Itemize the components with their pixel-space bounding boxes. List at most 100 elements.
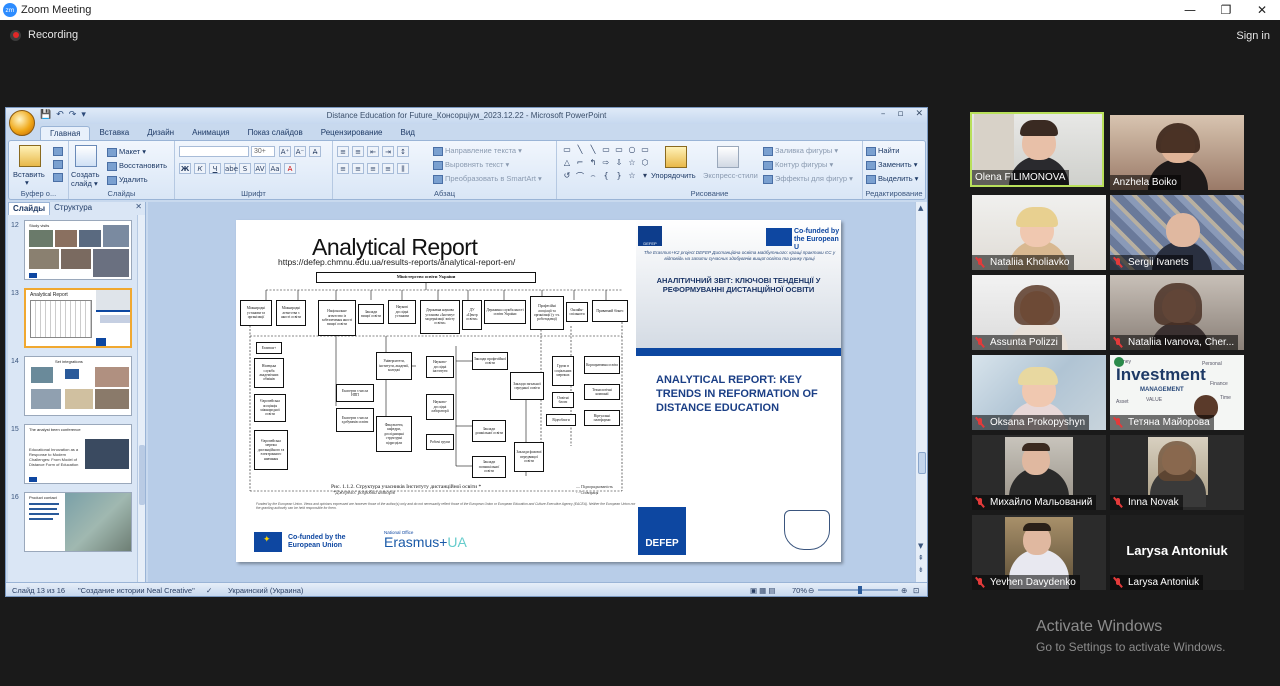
char-spacing-button[interactable]: AV [254,163,266,174]
close-pane-icon[interactable]: ✕ [135,202,142,215]
participant-tile[interactable]: Sergii Ivanets [1110,195,1244,270]
replace-button[interactable]: Заменить ▾ [866,160,918,170]
new-slide-dropdown[interactable]: слайд ▾ [71,179,98,188]
find-button[interactable]: Найти [866,146,899,156]
shadow-button[interactable]: S [239,163,251,174]
bold-button[interactable]: Ж [179,163,191,174]
layout-button[interactable]: Макет ▾ [107,147,146,157]
change-case-button[interactable]: Aa [269,163,281,174]
font-size-select[interactable]: 30+ [251,146,275,157]
strikethrough-button[interactable]: abe [224,163,238,174]
font-color-button[interactable]: A [284,163,296,174]
participant-tile[interactable]: Olena FILIMONOVA [970,112,1104,187]
clear-format-button[interactable]: A̶ [309,146,321,157]
zoom-out-icon[interactable]: ⊖ [808,586,814,595]
fit-window-icon[interactable]: ⊡ [913,586,919,595]
arrange-icon[interactable] [665,146,687,168]
tab-outline[interactable]: Структура [50,202,96,215]
paste-dropdown[interactable]: ▾ [25,178,29,187]
align-text-button[interactable]: Выровнять текст ▾ [433,160,509,170]
ppt-restore-button[interactable]: ▫ [897,109,903,119]
zoom-in-icon[interactable]: ⊕ [901,586,907,595]
participant-tile[interactable]: Assunta Polizzi [972,275,1106,350]
zoom-slider[interactable] [818,586,898,594]
participant-tile[interactable]: Nataliia Ivanova, Cher... [1110,275,1244,350]
smartart-button[interactable]: Преобразовать в SmartArt ▾ [433,174,542,184]
slide-thumbnail-15[interactable]: 15 The analyst been conference Education… [8,424,136,486]
participant-tile[interactable]: Yevhen Davydenko [972,515,1106,590]
line-spacing-icon[interactable]: ↕ [397,146,409,157]
current-slide[interactable]: Analytical Report https://defep.chmnu.ed… [236,220,841,562]
undo-icon[interactable]: ↶ [56,110,64,120]
slides-pane-scroll-thumb[interactable] [139,445,145,505]
bullets-icon[interactable]: ≡ [337,146,349,157]
scroll-up-icon[interactable]: ▲ [918,204,923,212]
align-center-icon[interactable]: ≡ [352,163,364,174]
tab-design[interactable]: Дизайн [138,126,183,140]
ppt-minimize-button[interactable]: – [881,109,886,119]
tab-home[interactable]: Главная [40,126,91,140]
justify-icon[interactable]: ≡ [382,163,394,174]
redo-icon[interactable]: ↷ [69,110,77,120]
participant-tile[interactable]: Anzhela Boiko [1110,115,1244,190]
align-right-icon[interactable]: ≡ [367,163,379,174]
next-slide-icon[interactable]: ⇟ [918,566,924,574]
shapes-gallery[interactable]: ▭ ╲ ╲ ▭ ▭ ○ ▭ △ ⌐ ↰ ⇨ ⇩ ☆ ⬡ ↺ ⌒ ⌢{} ☆ ▾ [561,145,649,185]
spellcheck-icon[interactable]: ✓ [206,586,212,595]
grow-font-button[interactable]: A⁺ [279,146,291,157]
numbering-icon[interactable]: ≡ [352,146,364,157]
slide-thumbnail-16[interactable]: 16 Product contact [8,492,136,554]
slide-vertical-scrollbar[interactable]: ▲ ▼ ⇞ ⇟ [915,202,927,582]
ppt-close-button[interactable]: ✕ [915,109,923,119]
shape-effects-button[interactable]: Эффекты для фигур ▾ [763,174,853,184]
sign-in-link[interactable]: Sign in [1236,30,1270,42]
tab-animation[interactable]: Анимация [183,126,239,140]
text-direction-button[interactable]: Направление текста ▾ [433,146,522,156]
participant-tile[interactable]: Nataliia Kholiavko [972,195,1106,270]
tab-slideshow[interactable]: Показ слайдов [239,126,312,140]
close-button[interactable]: ✕ [1244,0,1280,20]
format-painter-icon[interactable] [53,173,63,182]
slides-pane-scrollbar[interactable] [137,215,145,582]
office-button-icon[interactable] [9,110,35,136]
slide-thumbnail-14[interactable]: 14 Set integrations [8,356,136,418]
scroll-down-icon[interactable]: ▼ [918,542,923,550]
quick-styles-button[interactable]: Экспресс-стили [703,171,758,180]
participant-tile[interactable]: Inna Novak [1110,435,1244,510]
zoom-level[interactable]: 70% [792,586,807,595]
restore-button[interactable]: ❐ [1208,0,1244,20]
qat-more-icon[interactable]: ▾ [81,110,86,120]
decrease-indent-icon[interactable]: ⇤ [367,146,379,157]
reset-button[interactable]: Восстановить [107,161,167,171]
save-icon[interactable]: 💾 [40,110,51,120]
copy-icon[interactable] [53,160,63,169]
font-family-select[interactable] [179,146,249,157]
shape-fill-button[interactable]: Заливка фигуры ▾ [763,146,838,156]
participant-tile[interactable]: Михайло Мальований [972,435,1106,510]
select-button[interactable]: Выделить ▾ [866,174,918,184]
cut-icon[interactable] [53,147,63,156]
arrange-button[interactable]: Упорядочить [651,171,696,180]
recording-indicator[interactable]: Recording [10,29,78,41]
tab-insert[interactable]: Вставка [90,126,138,140]
participant-tile[interactable]: Larysa Antoniuk Larysa Antoniuk [1110,515,1244,590]
zoom-slider-knob[interactable] [858,586,862,594]
shape-outline-button[interactable]: Контур фигуры ▾ [763,160,833,170]
participant-tile[interactable]: Investment MANAGEMENT Personal VALUE Fin… [1110,355,1244,430]
align-left-icon[interactable]: ≡ [337,163,349,174]
tab-view[interactable]: Вид [392,126,424,140]
prev-slide-icon[interactable]: ⇞ [918,554,924,562]
participant-tile[interactable]: Oksana Prokopyshyn [972,355,1106,430]
tab-review[interactable]: Рецензирование [312,126,392,140]
new-slide-icon[interactable] [75,145,97,167]
paste-icon[interactable] [19,145,41,167]
slide-thumbnail-12[interactable]: 12 Study visits [8,220,136,282]
view-buttons[interactable]: ▣ ▦ ▤ [750,586,775,595]
underline-button[interactable]: Ч [209,163,221,174]
quick-styles-icon[interactable] [717,146,739,168]
shrink-font-button[interactable]: A⁻ [294,146,306,157]
columns-icon[interactable]: ⫼ [397,163,409,174]
tab-slides[interactable]: Слайды [8,202,51,215]
new-slide-button[interactable]: Создать [71,170,100,179]
slide-thumbnail-13[interactable]: 13 Analytical Report [8,288,136,350]
